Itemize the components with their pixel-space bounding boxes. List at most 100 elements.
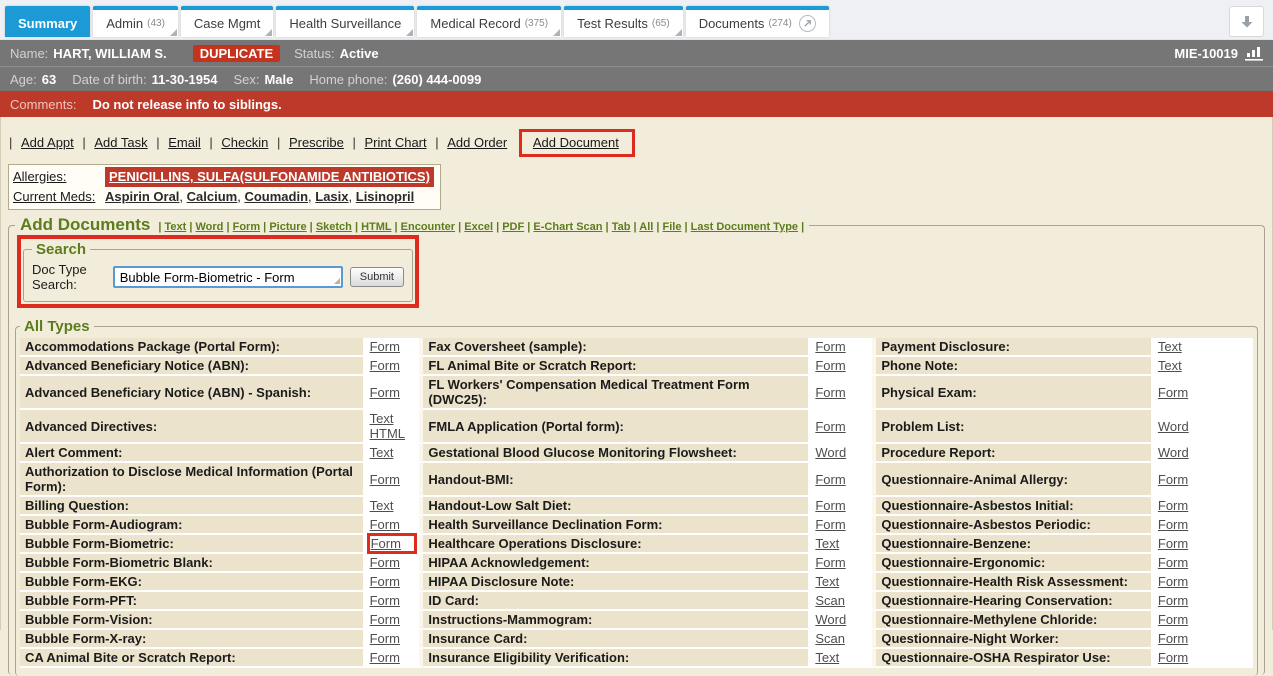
tab-documents[interactable]: Documents(274): [686, 6, 829, 37]
doc-type-format-cell: Form: [810, 497, 876, 516]
doc-format-link-form[interactable]: Form: [1158, 517, 1188, 532]
doc-format-link-form[interactable]: Form: [371, 536, 401, 551]
doc-format-link-html[interactable]: HTML: [370, 426, 415, 441]
doc-format-link-form[interactable]: Form: [370, 385, 400, 400]
doc-format-link-scan[interactable]: Scan: [815, 631, 845, 646]
action-email[interactable]: Email: [168, 135, 201, 150]
doc-quick-link-html[interactable]: HTML: [361, 221, 391, 233]
allergy-value[interactable]: PENICILLINS, SULFA(SULFONAMIDE ANTIBIOTI…: [105, 167, 434, 187]
doc-quick-link-picture[interactable]: Picture: [269, 221, 306, 233]
doc-quick-link-form[interactable]: Form: [233, 221, 261, 233]
doc-format-link-form[interactable]: Form: [1158, 536, 1188, 551]
submit-button[interactable]: Submit: [350, 267, 404, 287]
bar-chart-icon[interactable]: [1245, 45, 1263, 61]
doc-format-link-form[interactable]: Form: [370, 593, 400, 608]
doc-quick-link-pdf[interactable]: PDF: [502, 221, 524, 233]
doc-format-link-form[interactable]: Form: [1158, 385, 1188, 400]
action-checkin[interactable]: Checkin: [221, 135, 268, 150]
doc-format-link-scan[interactable]: Scan: [815, 593, 845, 608]
doc-format-link-form[interactable]: Form: [815, 419, 845, 434]
patient-status: Active: [340, 46, 379, 61]
doc-format-link-text[interactable]: Text: [815, 536, 839, 551]
doc-format-link-form[interactable]: Form: [815, 517, 845, 532]
doc-format-link-form[interactable]: Form: [1158, 593, 1188, 608]
search-highlight-box: Search Doc Type Search: Submit: [17, 235, 419, 308]
doc-quick-link-all[interactable]: All: [639, 221, 653, 233]
tab-label: Medical Record: [430, 16, 520, 31]
doc-format-link-form[interactable]: Form: [815, 339, 845, 354]
doc-format-link-form[interactable]: Form: [370, 574, 400, 589]
tab-case-mgmt[interactable]: Case Mgmt: [181, 6, 273, 37]
doc-format-link-form[interactable]: Form: [815, 472, 845, 487]
doc-format-link-form[interactable]: Form: [370, 612, 400, 627]
doc-quick-link-last-document-type[interactable]: Last Document Type: [691, 221, 798, 233]
med-link[interactable]: Coumadin: [244, 189, 308, 204]
doc-format-link-form[interactable]: Form: [1158, 612, 1188, 627]
action-print-chart[interactable]: Print Chart: [364, 135, 426, 150]
action-add-document[interactable]: Add Document: [533, 135, 619, 150]
doc-format-link-text[interactable]: Text: [370, 411, 415, 426]
doc-quick-link-tab[interactable]: Tab: [612, 221, 631, 233]
doc-format-link-form[interactable]: Form: [1158, 498, 1188, 513]
doc-format-link-word[interactable]: Word: [1158, 445, 1189, 460]
med-link[interactable]: Calcium: [187, 189, 238, 204]
tab-summary[interactable]: Summary: [5, 6, 90, 37]
doc-format-link-word[interactable]: Word: [815, 612, 846, 627]
doc-format-link-form[interactable]: Form: [370, 555, 400, 570]
doc-format-link-text[interactable]: Text: [370, 445, 394, 460]
doc-format-link-form[interactable]: Form: [1158, 472, 1188, 487]
doc-format-link-text[interactable]: Text: [1158, 358, 1182, 373]
doc-quick-link-excel[interactable]: Excel: [464, 221, 493, 233]
popout-icon[interactable]: [799, 15, 816, 32]
doc-format-link-text[interactable]: Text: [815, 574, 839, 589]
doc-quick-link-file[interactable]: File: [663, 221, 682, 233]
action-add-task[interactable]: Add Task: [94, 135, 147, 150]
doc-type-format-cell: Form: [365, 592, 424, 611]
doc-format-link-form[interactable]: Form: [815, 555, 845, 570]
action-add-appt[interactable]: Add Appt: [21, 135, 74, 150]
doc-type-label: Instructions-Mammogram:: [423, 611, 810, 630]
add-documents-section: Add Documents | Text | Word | Form | Pic…: [8, 215, 1265, 675]
doc-format-link-form[interactable]: Form: [370, 650, 400, 665]
doc-type-format-cell: Form: [1153, 376, 1253, 410]
action-add-order[interactable]: Add Order: [447, 135, 507, 150]
doc-format-link-form[interactable]: Form: [370, 339, 400, 354]
tab-medical-record[interactable]: Medical Record(375): [417, 6, 561, 37]
doc-format-link-word[interactable]: Word: [815, 445, 846, 460]
doc-format-link-form[interactable]: Form: [815, 358, 845, 373]
doc-format-link-text[interactable]: Text: [815, 650, 839, 665]
doc-format-link-form[interactable]: Form: [815, 498, 845, 513]
collapse-header-button[interactable]: [1229, 6, 1264, 37]
doc-quick-link-encounter[interactable]: Encounter: [401, 221, 455, 233]
doc-type-format-cell: Form: [365, 535, 424, 554]
med-link[interactable]: Aspirin Oral: [105, 189, 179, 204]
doc-format-link-form[interactable]: Form: [370, 358, 400, 373]
doc-type-format-cell: Word: [810, 611, 876, 630]
doc-format-link-form[interactable]: Form: [370, 472, 400, 487]
doc-type-search-input[interactable]: [113, 266, 343, 288]
doc-quick-link-text[interactable]: Text: [164, 221, 186, 233]
tab-health-surveillance[interactable]: Health Surveillance: [276, 6, 414, 37]
med-link[interactable]: Lasix: [315, 189, 348, 204]
tab-menu-fold-icon: [170, 29, 177, 36]
dob-label: Date of birth:: [72, 72, 146, 87]
doc-format-link-form[interactable]: Form: [1158, 574, 1188, 589]
allergies-link[interactable]: Allergies:: [13, 169, 66, 184]
doc-quick-link-word[interactable]: Word: [196, 221, 224, 233]
tab-test-results[interactable]: Test Results(65): [564, 6, 683, 37]
med-link[interactable]: Lisinopril: [356, 189, 415, 204]
current-meds-link[interactable]: Current Meds:: [13, 189, 95, 204]
doc-quick-link-sketch[interactable]: Sketch: [316, 221, 352, 233]
doc-format-link-form[interactable]: Form: [1158, 650, 1188, 665]
doc-format-link-word[interactable]: Word: [1158, 419, 1189, 434]
doc-format-link-form[interactable]: Form: [1158, 631, 1188, 646]
doc-quick-link-e-chart-scan[interactable]: E-Chart Scan: [533, 221, 602, 233]
doc-format-link-text[interactable]: Text: [370, 498, 394, 513]
doc-format-link-form[interactable]: Form: [370, 631, 400, 646]
doc-format-link-text[interactable]: Text: [1158, 339, 1182, 354]
tab-admin[interactable]: Admin(43): [93, 6, 178, 37]
doc-format-link-form[interactable]: Form: [1158, 555, 1188, 570]
doc-format-link-form[interactable]: Form: [370, 517, 400, 532]
action-prescribe[interactable]: Prescribe: [289, 135, 344, 150]
doc-format-link-form[interactable]: Form: [815, 385, 845, 400]
